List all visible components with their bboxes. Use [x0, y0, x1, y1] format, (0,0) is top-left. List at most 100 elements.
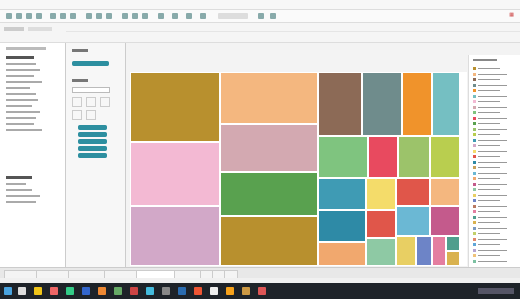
- treemap-cell[interactable]: [362, 72, 402, 136]
- highlight-icon[interactable]: [172, 13, 178, 19]
- analytics-tab[interactable]: [28, 27, 52, 31]
- measure-field[interactable]: [6, 189, 32, 191]
- treemap-view[interactable]: [130, 72, 467, 266]
- legend-swatch[interactable]: [473, 116, 476, 120]
- tooltip-button[interactable]: [86, 110, 96, 120]
- size-button[interactable]: [86, 97, 96, 107]
- measure-field[interactable]: [6, 201, 36, 203]
- dimension-field[interactable]: [6, 87, 30, 89]
- legend-swatch[interactable]: [473, 160, 476, 164]
- redo-icon[interactable]: [16, 13, 22, 19]
- treemap-cell[interactable]: [446, 251, 460, 266]
- clear-icon[interactable]: [70, 13, 76, 19]
- data-source-name[interactable]: [6, 47, 46, 50]
- fit-dropdown[interactable]: [218, 13, 248, 19]
- treemap-cell[interactable]: [318, 242, 366, 266]
- legend-swatch[interactable]: [473, 215, 476, 219]
- treemap-cell[interactable]: [368, 136, 398, 178]
- dimension-field[interactable]: [6, 81, 42, 83]
- treemap-cell[interactable]: [130, 142, 220, 206]
- legend-swatch[interactable]: [473, 193, 476, 197]
- dimension-field[interactable]: [6, 75, 34, 77]
- taskbar-app-icon[interactable]: [98, 287, 106, 295]
- dimension-field[interactable]: [6, 129, 42, 131]
- legend-swatch[interactable]: [473, 72, 476, 76]
- swap-icon[interactable]: [86, 13, 92, 19]
- legend-swatch[interactable]: [473, 182, 476, 186]
- treemap-cell[interactable]: [220, 124, 318, 172]
- filter-pill[interactable]: [72, 61, 109, 66]
- taskbar-app-icon[interactable]: [114, 287, 122, 295]
- treemap-cell[interactable]: [366, 210, 396, 238]
- taskbar-app-icon[interactable]: [130, 287, 138, 295]
- label-button[interactable]: [100, 97, 110, 107]
- treemap-cell[interactable]: [398, 136, 430, 178]
- treemap-cell[interactable]: [318, 178, 366, 210]
- dimension-field[interactable]: [6, 117, 36, 119]
- legend-swatch[interactable]: [473, 149, 476, 153]
- tooltip-icon[interactable]: [186, 13, 192, 19]
- new-data-source-icon[interactable]: [36, 13, 42, 19]
- treemap-cell[interactable]: [220, 172, 318, 216]
- treemap-cell[interactable]: [402, 72, 432, 136]
- treemap-cell[interactable]: [318, 210, 366, 242]
- treemap-cell[interactable]: [396, 206, 430, 236]
- legend-swatch[interactable]: [473, 259, 476, 263]
- new-worksheet-icon[interactable]: [50, 13, 56, 19]
- treemap-cell[interactable]: [366, 238, 396, 266]
- detail-button[interactable]: [72, 110, 82, 120]
- legend-swatch[interactable]: [473, 133, 476, 136]
- treemap-cell[interactable]: [432, 72, 460, 136]
- file-explorer-icon[interactable]: [34, 287, 42, 295]
- treemap-cell[interactable]: [416, 236, 432, 266]
- legend-swatch[interactable]: [473, 248, 476, 252]
- legend-swatch[interactable]: [473, 122, 476, 125]
- dimension-field[interactable]: [6, 63, 36, 65]
- legend-swatch[interactable]: [473, 166, 476, 169]
- legend-swatch[interactable]: [473, 155, 476, 158]
- presentation-icon[interactable]: [270, 13, 276, 19]
- legend-swatch[interactable]: [473, 171, 476, 175]
- tableau-taskbar-icon[interactable]: [226, 287, 234, 295]
- legend-swatch[interactable]: [473, 232, 476, 235]
- treemap-cell[interactable]: [446, 236, 460, 251]
- data-tab[interactable]: [4, 27, 24, 31]
- treemap-cell[interactable]: [130, 206, 220, 266]
- treemap-cell[interactable]: [318, 72, 362, 136]
- treemap-cell[interactable]: [396, 236, 416, 266]
- taskbar-app-icon[interactable]: [162, 287, 170, 295]
- legend-swatch[interactable]: [473, 127, 476, 131]
- duplicate-icon[interactable]: [60, 13, 66, 19]
- measure-field[interactable]: [6, 195, 40, 197]
- taskbar-app-icon[interactable]: [242, 287, 250, 295]
- dimension-field[interactable]: [6, 69, 40, 71]
- legend-swatch[interactable]: [473, 243, 476, 246]
- sort-ascending-icon[interactable]: [96, 13, 102, 19]
- legend-swatch[interactable]: [473, 144, 476, 147]
- present-icon[interactable]: [200, 13, 206, 19]
- dimension-field[interactable]: [6, 93, 36, 95]
- taskbar-app-icon[interactable]: [178, 287, 186, 295]
- treemap-cell[interactable]: [318, 136, 368, 178]
- legend-swatch[interactable]: [473, 138, 476, 142]
- treemap-cell[interactable]: [130, 72, 220, 142]
- legend-swatch[interactable]: [473, 89, 476, 92]
- dimension-field[interactable]: [6, 105, 32, 107]
- dimension-field[interactable]: [6, 123, 34, 125]
- undo-icon[interactable]: [6, 13, 12, 19]
- legend-swatch[interactable]: [473, 177, 476, 180]
- legend-swatch[interactable]: [473, 210, 476, 213]
- treemap-cell[interactable]: [366, 178, 396, 210]
- columns-shelf[interactable]: [66, 26, 520, 32]
- taskbar-app-icon[interactable]: [50, 287, 58, 295]
- start-icon[interactable]: [4, 287, 12, 295]
- fix-axes-icon[interactable]: [142, 13, 148, 19]
- marks-pill[interactable]: [78, 139, 107, 144]
- marks-pill[interactable]: [78, 146, 107, 151]
- taskbar-app-icon[interactable]: [194, 287, 202, 295]
- treemap-cell[interactable]: [220, 216, 318, 266]
- treemap-cell[interactable]: [430, 206, 460, 236]
- legend-swatch[interactable]: [473, 226, 476, 230]
- taskbar-app-icon[interactable]: [258, 287, 266, 295]
- legend-swatch[interactable]: [473, 254, 476, 257]
